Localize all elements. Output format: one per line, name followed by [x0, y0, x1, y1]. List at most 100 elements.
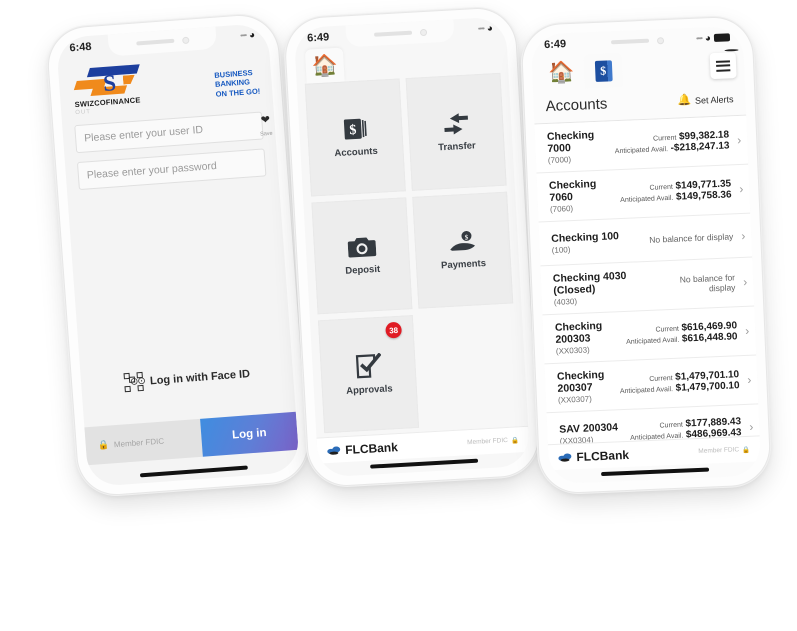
tile-payments[interactable]: $ Payments: [412, 191, 514, 310]
anticipated-label: Anticipated Avail.: [626, 336, 680, 346]
approvals-badge: 38: [385, 322, 403, 339]
flcbank-mark-icon: [558, 452, 573, 463]
home-indicator: [370, 458, 479, 469]
tab-home[interactable]: 🏠: [542, 55, 581, 91]
password-placeholder: Please enter your password: [86, 159, 218, 182]
user-id-placeholder: Please enter your user ID: [83, 123, 204, 145]
lock-icon: 🔒: [510, 436, 520, 445]
current-label: Current: [649, 183, 674, 192]
tile-label: Payments: [440, 257, 487, 272]
tagline: BUSINESS BANKING ON THE GO!: [214, 68, 261, 99]
checkbook-icon: $: [343, 119, 367, 140]
user-id-input[interactable]: Please enter your user ID ❤ Save: [74, 111, 273, 154]
status-icons: •••• ◕: [695, 32, 731, 44]
front-camera: [181, 36, 190, 44]
tile-label: Approvals: [345, 382, 393, 397]
anticipated-label: Anticipated Avail.: [619, 385, 674, 396]
anticipated-amount: -$218,247.13: [670, 140, 730, 154]
bell-icon: 🔔: [677, 93, 692, 107]
signal-dots-icon: ••••: [695, 34, 703, 43]
earpiece-speaker: [135, 38, 174, 46]
account-name: SAV 200304: [558, 420, 619, 436]
logo-s-letter: S: [102, 70, 117, 96]
status-icons: •••• ◕: [478, 23, 493, 35]
account-row[interactable]: Checking 7000 (7000) Current $99,382.18 Ant…: [534, 115, 749, 174]
page-title: Accounts: [545, 95, 608, 116]
tile-empty: [419, 310, 520, 428]
faceid-login-button[interactable]: ⊙⊙ Log in with Face ID: [81, 361, 294, 395]
chevron-right-icon: ›: [748, 419, 754, 434]
home-icon: 🏠: [547, 60, 575, 85]
accounts-screen: 6:49 •••• ◕ 🏠 $ Accounts 🔔 Set Alerts Ch…: [530, 25, 762, 485]
account-identity: Checking 200307 (XX0307): [557, 368, 621, 405]
account-number: (XX0303): [555, 345, 590, 356]
no-balance-text: No balance for display: [649, 230, 734, 245]
brand-row: S SWIZCOFINANCE OUT BUSINESS BANKING ON …: [58, 49, 273, 117]
tab-accounts[interactable]: $: [583, 52, 623, 89]
chevron-down-icon: ❤: [260, 113, 271, 127]
account-name: Checking 200307: [556, 368, 605, 395]
account-card-icon: $: [594, 59, 613, 82]
login-screen: 6:48 •••• ◕ S SWIZCOFINANCE OUT BUSINESS…: [55, 22, 301, 488]
svg-text:$: $: [349, 123, 357, 138]
hand-money-icon: $: [449, 230, 475, 251]
member-fdic: Member FDIC 🔒: [698, 445, 750, 455]
phone-login: 6:48 •••• ◕ S SWIZCOFINANCE OUT BUSINESS…: [45, 12, 311, 498]
chevron-right-icon: ›: [740, 228, 746, 243]
flcbank-mark-icon: [327, 445, 343, 456]
camera-icon: [347, 237, 376, 258]
account-row[interactable]: Checking 7060 (7060) Current $149,771.35 An…: [536, 164, 751, 223]
home-indicator: [601, 467, 710, 477]
anticipated-label: Anticipated Avail.: [620, 194, 674, 205]
account-number: (7000): [547, 155, 572, 166]
accounts-list[interactable]: Checking 7000 (7000) Current $99,382.18 Ant…: [534, 115, 760, 451]
tile-accounts[interactable]: $ Accounts: [304, 78, 406, 197]
status-time: 6:49: [543, 38, 567, 52]
member-fdic-label: Member FDIC: [113, 436, 165, 449]
account-row[interactable]: Checking 200307 (XX0307) Current $1,479,70…: [544, 355, 759, 414]
chevron-right-icon: ›: [739, 181, 744, 197]
anticipated-amount: $1,479,700.10: [675, 380, 740, 394]
account-balances: Current $1,479,701.10 Anticipated Avail. …: [619, 369, 740, 396]
anticipated-label: Anticipated Avail.: [614, 145, 669, 156]
lock-icon: 🔒: [97, 439, 110, 450]
faceid-icon: ⊙⊙: [123, 371, 145, 393]
set-alerts-button[interactable]: 🔔 Set Alerts: [677, 93, 734, 107]
signal-dots-icon: ••••: [240, 31, 247, 40]
save-userid-toggle[interactable]: ❤ Save: [255, 114, 277, 139]
account-identity: Checking 200303 (XX0303): [555, 319, 627, 356]
hamburger-menu-icon[interactable]: [709, 48, 739, 80]
account-identity: Checking 100 (100): [551, 230, 620, 255]
anticipated-amount: $616,448.90: [681, 331, 738, 345]
member-fdic-label: Member FDIC: [466, 436, 509, 447]
logo-chevron-icon: [123, 75, 136, 85]
account-name: Checking 7000: [546, 129, 595, 156]
member-fdic-label: Member FDIC: [698, 446, 740, 455]
status-time: 6:49: [306, 31, 330, 45]
account-identity: Checking 4030 (Closed) (4030): [553, 268, 661, 307]
flcbank-logo: FLCBank: [327, 440, 398, 458]
chevron-right-icon: ›: [742, 274, 748, 289]
tab-home[interactable]: 🏠: [304, 47, 345, 84]
set-alerts-label: Set Alerts: [694, 93, 734, 106]
wifi-icon: ◕: [486, 22, 494, 34]
password-input[interactable]: Please enter your password: [76, 148, 267, 191]
tile-deposit[interactable]: Deposit: [311, 196, 413, 315]
chevron-right-icon: ›: [736, 132, 742, 148]
phone-menu: 6:49 •••• ◕ 🏠 $ Accounts Transfer Deposi…: [283, 5, 541, 489]
flcbank-label: FLCBank: [344, 439, 399, 457]
login-button-label: Log in: [231, 427, 267, 442]
tile-approvals[interactable]: 38 Approvals: [317, 315, 420, 434]
current-label: Current: [652, 134, 677, 143]
transfer-arrows-icon: [443, 113, 468, 135]
chevron-right-icon: ›: [747, 372, 752, 387]
notification-dot: [724, 48, 739, 52]
login-button[interactable]: Log in: [200, 411, 299, 457]
login-body: S SWIZCOFINANCE OUT BUSINESS BANKING ON …: [56, 23, 300, 487]
account-row[interactable]: Checking 200303 (XX0303) Current $616,469.…: [542, 306, 757, 365]
home-icon: 🏠: [311, 53, 339, 78]
menu-grid: $ Accounts Transfer Deposit $ Payments 3…: [304, 72, 520, 434]
earpiece-speaker: [373, 30, 412, 37]
tile-transfer[interactable]: Transfer: [405, 72, 507, 191]
account-row[interactable]: Checking 4030 (Closed) (4030) No balance f…: [540, 257, 755, 316]
